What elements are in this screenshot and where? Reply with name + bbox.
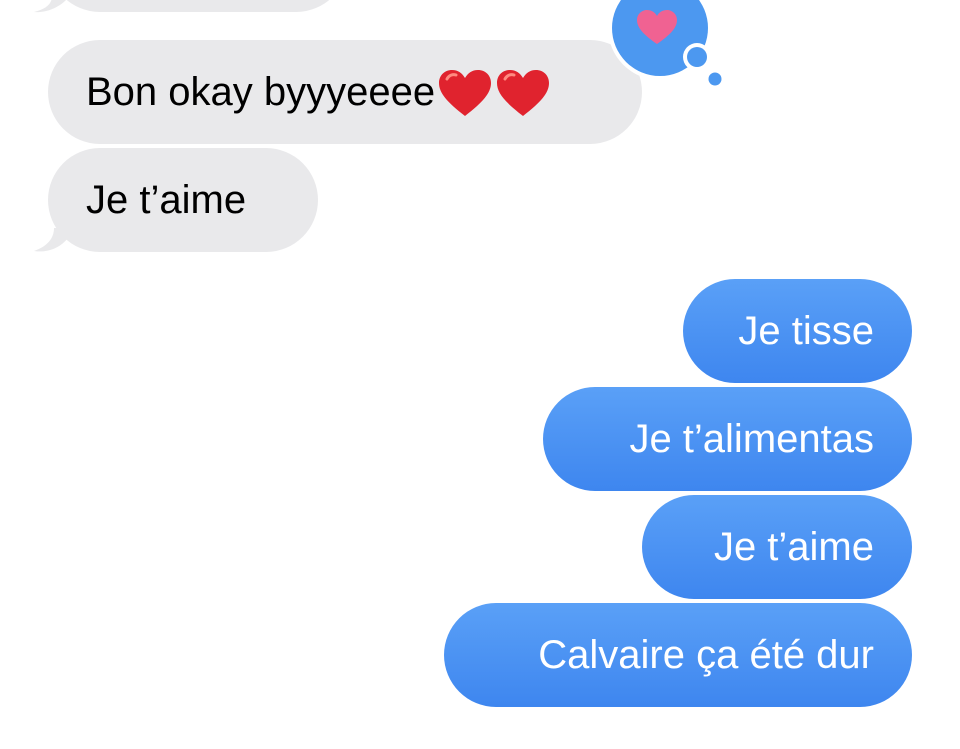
- message-text: Bon okay byyyeeee: [86, 70, 436, 114]
- message-text: Je t’alimentas: [629, 417, 874, 461]
- message-bubble-incoming-partial[interactable]: [48, 0, 348, 12]
- message-text: Calvaire ça été dur: [538, 633, 874, 677]
- bubble-tail: [34, 0, 66, 13]
- message-bubble-outgoing[interactable]: Je tisse: [683, 279, 912, 383]
- message-text: Je t’aime: [713, 525, 874, 569]
- message-bubble-incoming[interactable]: Je t’aime: [48, 148, 318, 252]
- message-bubble-outgoing[interactable]: Je t’alimentas: [543, 387, 912, 491]
- message-text: Je t’aime: [86, 178, 247, 222]
- message-bubble-outgoing[interactable]: Je t’aime: [642, 495, 912, 599]
- message-text: Je tisse: [738, 309, 874, 353]
- tapback-heart-reaction[interactable]: [604, 0, 730, 92]
- bubble-tail: [34, 228, 68, 252]
- message-bubble-outgoing[interactable]: Calvaire ça été dur: [444, 603, 912, 707]
- red-heart-emoji: [497, 70, 550, 117]
- red-heart-emoji: [439, 70, 492, 117]
- message-bubble-incoming[interactable]: Bon okay byyyeeee: [48, 40, 642, 144]
